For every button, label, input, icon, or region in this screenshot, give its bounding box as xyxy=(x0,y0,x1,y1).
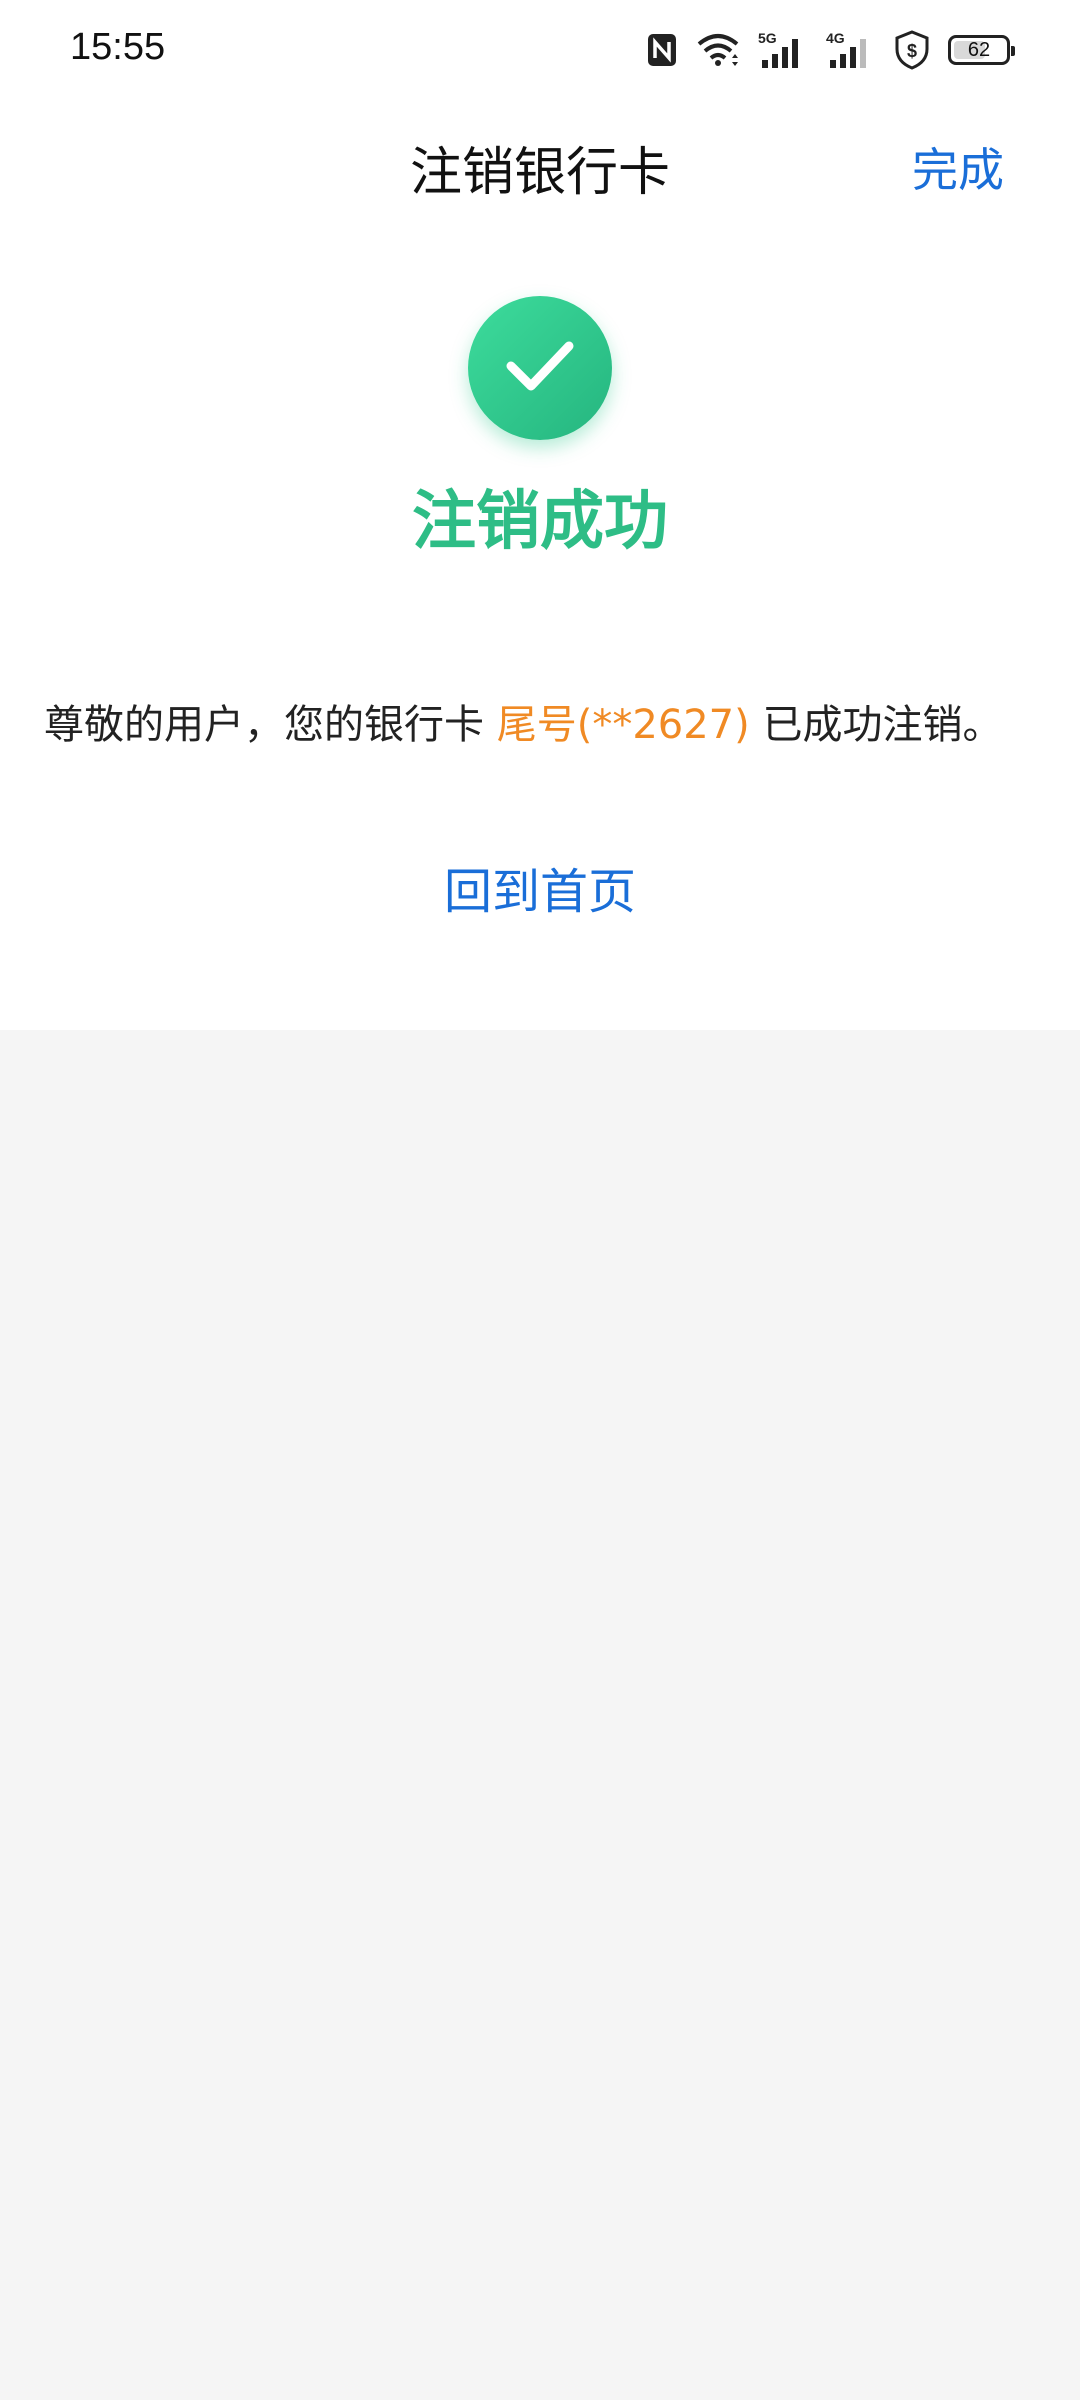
message-prefix: 尊敬的用户，您的银行卡 xyxy=(44,702,497,748)
svg-text:5G: 5G xyxy=(758,30,777,46)
5g-signal-icon: 5G xyxy=(758,30,808,70)
success-title: 注销成功 xyxy=(412,485,668,559)
card-tail-number: 尾号(**2627) xyxy=(496,702,750,748)
wifi-icon xyxy=(696,32,740,68)
check-icon xyxy=(505,338,575,398)
back-to-home-link[interactable]: 回到首页 xyxy=(0,852,1080,922)
nav-bar: 注销银行卡 完成 xyxy=(0,100,1080,230)
battery-icon: 62 xyxy=(948,35,1015,65)
status-time: 15:55 xyxy=(70,26,166,68)
battery-level: 62 xyxy=(967,38,991,61)
nfc-icon xyxy=(646,32,678,68)
4g-signal-icon: 4G xyxy=(826,30,876,70)
battery-tip xyxy=(1011,46,1015,56)
shield-dollar-icon: $ xyxy=(894,30,930,70)
done-button[interactable]: 完成 xyxy=(912,134,1004,200)
status-bar: 15:55 5G 4G $ 62 xyxy=(0,0,1080,100)
success-check-badge xyxy=(468,296,612,440)
svg-text:$: $ xyxy=(907,41,917,61)
status-icons: 5G 4G $ 62 xyxy=(646,28,1015,72)
message-suffix: 已成功注销。 xyxy=(749,702,1003,748)
result-message: 尊敬的用户，您的银行卡 尾号(**2627) 已成功注销。 xyxy=(44,692,1002,750)
svg-text:4G: 4G xyxy=(826,30,845,46)
result-panel: 注销成功 尊敬的用户，您的银行卡 尾号(**2627) 已成功注销。 回到首页 xyxy=(0,230,1080,1030)
